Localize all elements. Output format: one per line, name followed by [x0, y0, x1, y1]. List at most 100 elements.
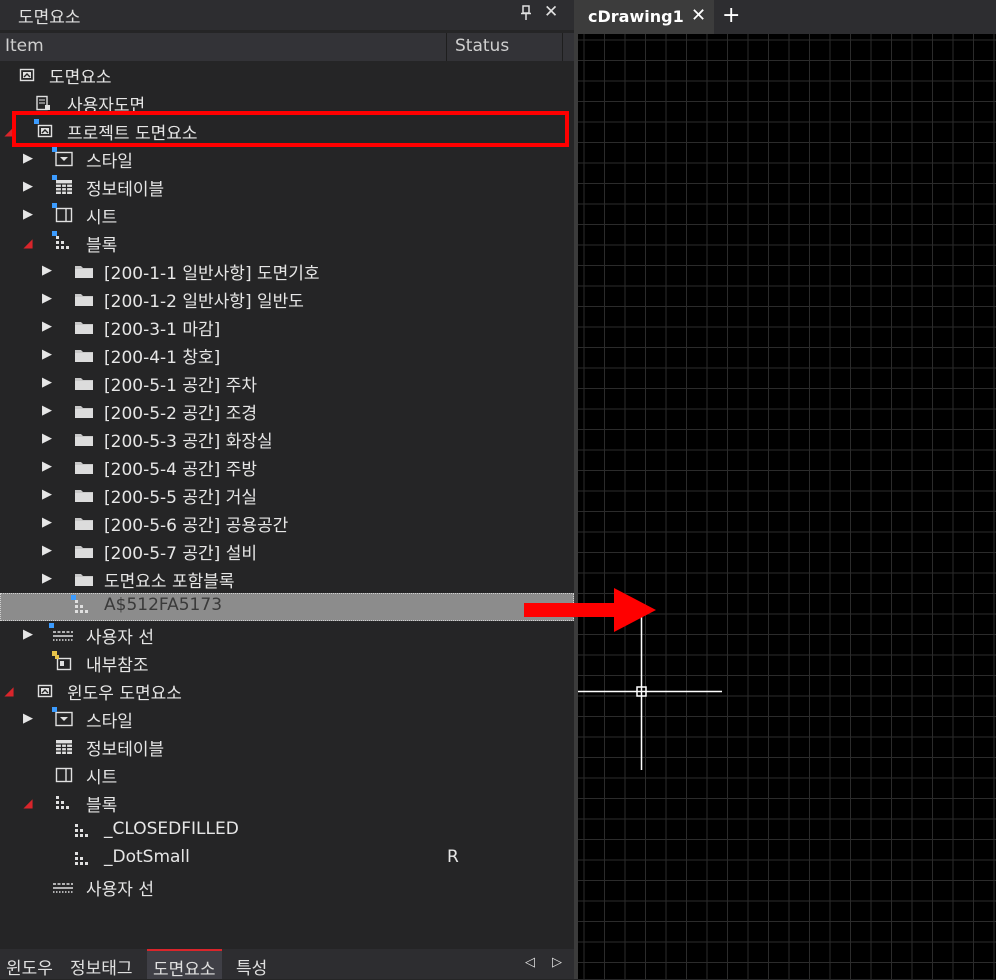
tab-scroll-left-icon[interactable]: ◁ [525, 955, 535, 970]
tree-row-label: 블록 [86, 796, 118, 816]
tree-row-status: R [447, 847, 459, 867]
tree-row-label: A$512FA5173 [104, 595, 223, 615]
tree-row-label: 시트 [86, 208, 118, 228]
document-close-icon[interactable]: ✕ [691, 5, 706, 26]
tree-row[interactable]: ▶ [200-5-3 공간] 화장실 [0, 425, 574, 453]
tree-row[interactable]: ▶ 정보테이블 [0, 173, 574, 201]
expand-arrow-icon[interactable]: ▶ [22, 711, 34, 726]
pin-icon[interactable] [520, 5, 532, 25]
status-marker-icon [52, 651, 57, 656]
tree-row-label: [200-1-2 일반사항] 일반도 [104, 292, 304, 312]
expand-arrow-icon[interactable]: ▶ [41, 319, 53, 334]
expand-arrow-icon[interactable]: ▶ [41, 403, 53, 418]
expand-arrow-icon[interactable]: ▶ [22, 207, 34, 222]
expand-arrow-icon[interactable]: ▶ [22, 151, 34, 166]
block-icon [74, 823, 90, 839]
folder-icon [74, 347, 93, 363]
collapse-arrow-icon[interactable]: ◢ [22, 796, 34, 810]
tree-row[interactable]: ▶ [200-3-1 마감] [0, 313, 574, 341]
expand-arrow-icon[interactable]: ▶ [41, 543, 53, 558]
collapse-arrow-icon[interactable]: ◢ [22, 236, 34, 250]
folder-icon [74, 571, 93, 587]
tree-row[interactable]: ▶ [200-1-2 일반사항] 일반도 [0, 285, 574, 313]
tree-row[interactable]: ▶ [200-5-5 공간] 거실 [0, 481, 574, 509]
document-tab[interactable]: cDrawing1 ✕ [578, 0, 714, 34]
tree-row[interactable]: ▶ 도면요소 포함블록 [0, 565, 574, 593]
status-marker-icon [52, 707, 57, 712]
column-divider[interactable] [446, 33, 447, 61]
tree-row[interactable]: ◢ 윈도우 도면요소 [0, 677, 574, 705]
tree-row[interactable]: A$512FA5173 [0, 593, 574, 621]
tree-row[interactable]: ◢ 블록 [0, 229, 574, 257]
table-icon [55, 739, 72, 755]
tree-row[interactable]: 사용자 선 [0, 873, 574, 901]
column-header-status[interactable]: Status [455, 36, 509, 56]
tree-row[interactable]: 내부참조 [0, 649, 574, 677]
tree-row-label: [200-1-1 일반사항] 도면기호 [104, 264, 320, 284]
expand-arrow-icon[interactable]: ▶ [41, 291, 53, 306]
tree-row[interactable]: 시트 [0, 761, 574, 789]
folder-icon [74, 487, 93, 503]
sheet-icon [55, 767, 73, 783]
expand-arrow-icon[interactable]: ▶ [41, 375, 53, 390]
status-marker-icon [52, 175, 57, 180]
tab-info-tag[interactable]: 정보태그 [70, 954, 133, 979]
panel-title-bar: 도면요소 ✕ [0, 0, 574, 30]
column-divider[interactable] [562, 33, 563, 61]
panel-close-button[interactable]: ✕ [544, 2, 558, 22]
status-marker-icon [49, 623, 54, 628]
expand-arrow-icon[interactable]: ▶ [22, 627, 34, 642]
tree-row[interactable]: ▶ 시트 [0, 201, 574, 229]
tree-row-label: [200-3-1 마감] [104, 320, 221, 340]
user-drawing-icon [35, 95, 51, 111]
folder-icon [74, 291, 93, 307]
tree-row[interactable]: _CLOSEDFILLED [0, 817, 574, 845]
expand-arrow-icon[interactable]: ▶ [41, 347, 53, 362]
expand-arrow-icon[interactable]: ▶ [41, 571, 53, 586]
new-document-button[interactable]: + [722, 3, 740, 28]
tree-row[interactable]: ▶ [200-5-2 공간] 조경 [0, 397, 574, 425]
expand-arrow-icon[interactable]: ▶ [22, 179, 34, 194]
tree-row-label: 스타일 [86, 152, 133, 172]
column-header-item[interactable]: Item [5, 36, 44, 56]
expand-arrow-icon[interactable]: ▶ [41, 263, 53, 278]
tree-row-label: 스타일 [86, 712, 133, 732]
folder-icon [74, 431, 93, 447]
folder-icon [74, 375, 93, 391]
collapse-arrow-icon[interactable]: ◢ [3, 684, 15, 698]
panel-title: 도면요소 [18, 8, 81, 28]
annotation-arrow-icon [524, 588, 656, 632]
tree-row-label: [200-5-7 공간] 설비 [104, 544, 257, 564]
tree-row[interactable]: 정보테이블 [0, 733, 574, 761]
tree-row-label: 도면요소 포함블록 [104, 572, 235, 592]
tab-scroll-right-icon[interactable]: ▷ [552, 955, 562, 970]
expand-arrow-icon[interactable]: ▶ [41, 431, 53, 446]
block-icon [52, 231, 71, 251]
tree-row[interactable]: ◢ 블록 [0, 789, 574, 817]
tree-row[interactable]: ▶ 사용자 선 [0, 621, 574, 649]
tree-row[interactable]: ▶ [200-5-1 공간] 주차 [0, 369, 574, 397]
tree-row[interactable]: ▶ 스타일 [0, 705, 574, 733]
tree-row[interactable]: ▶ [200-5-7 공간] 설비 [0, 537, 574, 565]
folder-icon [74, 459, 93, 475]
tree-row[interactable]: ▶ [200-1-1 일반사항] 도면기호 [0, 257, 574, 285]
tree-row[interactable]: _DotSmall R [0, 845, 574, 873]
tree-row-label: 정보테이블 [86, 180, 165, 200]
tab-properties[interactable]: 특성 [236, 954, 267, 979]
tree-row[interactable]: ▶ 스타일 [0, 145, 574, 173]
tab-window[interactable]: 윈도우 [6, 954, 53, 979]
expand-arrow-icon[interactable]: ▶ [41, 487, 53, 502]
tree-row[interactable]: 도면요소 [0, 61, 574, 89]
block-icon [71, 595, 90, 615]
sheet-icon [52, 203, 73, 223]
tree-row-label: 윈도우 도면요소 [67, 684, 182, 704]
expand-arrow-icon[interactable]: ▶ [41, 515, 53, 530]
tab-drawing-elements[interactable]: 도면요소 [147, 949, 222, 980]
tree-row-label: [200-4-1 창호] [104, 348, 221, 368]
tree-row[interactable]: ▶ [200-5-4 공간] 주방 [0, 453, 574, 481]
drawing-elements-icon [37, 683, 53, 699]
expand-arrow-icon[interactable]: ▶ [41, 459, 53, 474]
status-marker-icon [52, 231, 57, 236]
tree-row[interactable]: ▶ [200-5-6 공간] 공용공간 [0, 509, 574, 537]
tree-row[interactable]: ▶ [200-4-1 창호] [0, 341, 574, 369]
